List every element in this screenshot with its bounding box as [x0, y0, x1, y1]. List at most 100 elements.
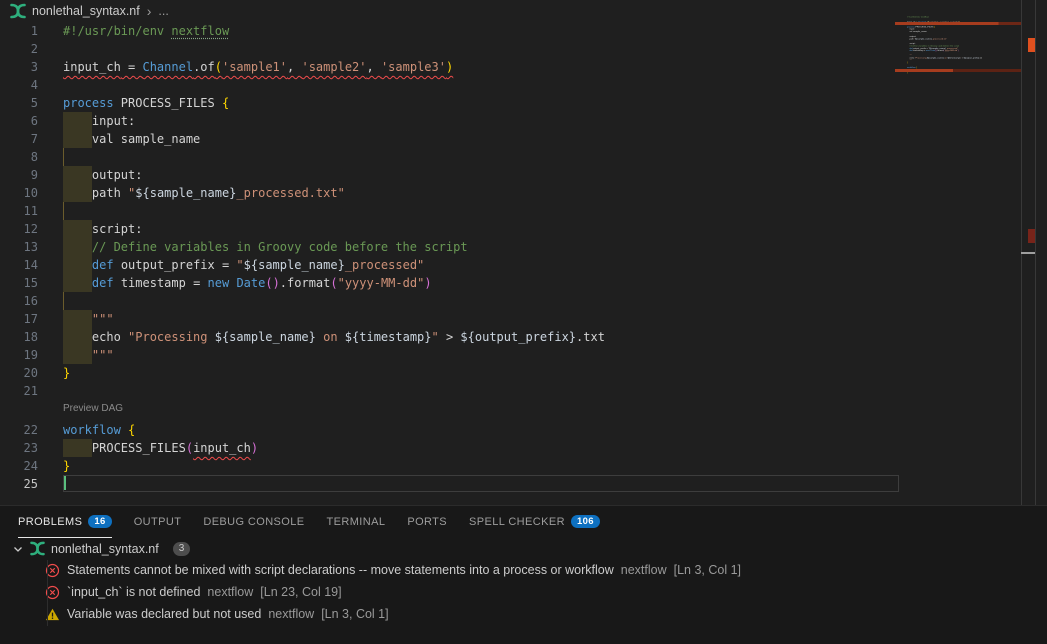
line-number: 17	[0, 310, 38, 328]
problem-message: Statements cannot be mixed with script d…	[67, 563, 614, 577]
line-number: 15	[0, 274, 38, 292]
minimap[interactable]: #!/usr/bin/env nextflowinput_ch = Channe…	[895, 16, 1021, 116]
problem-message: Variable was declared but not used	[67, 607, 261, 621]
codelens-preview-dag[interactable]: Preview DAG	[63, 400, 900, 421]
code-line-13[interactable]: 13 // Define variables in Groovy code be…	[0, 238, 900, 256]
tab-count-badge: 16	[88, 515, 111, 529]
line-number: 8	[0, 148, 38, 166]
tree-indent-guide	[47, 560, 48, 626]
panel-tabs: PROBLEMS16 OUTPUT DEBUG CONSOLE TERMINAL POR…	[0, 506, 1047, 538]
code-line-20[interactable]: 20}	[0, 364, 900, 382]
code-line-16[interactable]: 16	[0, 292, 900, 310]
code-line-25[interactable]: 25	[0, 475, 900, 493]
tab-label: OUTPUT	[134, 516, 182, 528]
text-cursor	[64, 476, 66, 490]
editor-lines[interactable]: 1#!/usr/bin/env nextflow23input_ch = Cha…	[0, 22, 900, 493]
line-number: 14	[0, 256, 38, 274]
line-number: 10	[0, 184, 38, 202]
nextflow-file-icon	[30, 541, 45, 556]
line-number: 23	[0, 439, 38, 457]
code-line-4[interactable]: 4	[0, 76, 900, 94]
problem-source: nextflow	[268, 607, 314, 621]
line-number: 22	[0, 421, 38, 439]
problem-row-error[interactable]: `input_ch` is not defined nextflow [Ln 23,…	[0, 581, 1047, 603]
code-line-24[interactable]: 24}	[0, 457, 900, 475]
problems-file-name: nonlethal_syntax.nf	[51, 542, 159, 556]
code-line-19[interactable]: 19 """	[0, 346, 900, 364]
code-line-9[interactable]: 9 output:	[0, 166, 900, 184]
tab-problems[interactable]: PROBLEMS16	[18, 506, 112, 538]
breadcrumb[interactable]: nonlethal_syntax.nf › ...	[0, 0, 1047, 22]
code-line-10[interactable]: 10 path "${sample_name}_processed.txt"	[0, 184, 900, 202]
problem-source: nextflow	[621, 563, 667, 577]
ruler-cursor-marker	[1021, 252, 1035, 254]
code-line-7[interactable]: 7 val sample_name	[0, 130, 900, 148]
line-number: 19	[0, 346, 38, 364]
code-line-21[interactable]: 21	[0, 382, 900, 400]
tab-label: DEBUG CONSOLE	[203, 516, 304, 528]
code-line-12[interactable]: 12 script:	[0, 220, 900, 238]
line-number: 12	[0, 220, 38, 238]
problems-list: Statements cannot be mixed with script d…	[0, 559, 1047, 625]
line-number: 5	[0, 94, 38, 112]
tab-label: TERMINAL	[327, 516, 386, 528]
problems-file-group[interactable]: nonlethal_syntax.nf 3	[0, 538, 1047, 559]
problem-source: nextflow	[207, 585, 253, 599]
bottom-panel: PROBLEMS16 OUTPUT DEBUG CONSOLE TERMINAL POR…	[0, 505, 1047, 644]
line-number: 18	[0, 328, 38, 346]
problems-file-count-badge: 3	[173, 542, 191, 556]
line-number: 9	[0, 166, 38, 184]
code-line-18[interactable]: 18 echo "Processing ${sample_name} on ${…	[0, 328, 900, 346]
breadcrumb-separator: ›	[147, 3, 152, 19]
line-number: 21	[0, 382, 38, 400]
problem-location: [Ln 23, Col 19]	[260, 585, 341, 599]
minimap-error-line-23	[895, 69, 1021, 72]
ruler-error-marker-low[interactable]	[1028, 229, 1035, 243]
problem-location: [Ln 3, Col 1]	[321, 607, 388, 621]
line-number: 1	[0, 22, 38, 40]
line-number: 13	[0, 238, 38, 256]
code-line-22[interactable]: 22workflow {	[0, 421, 900, 439]
code-line-3[interactable]: 3input_ch = Channel.of('sample1', 'sampl…	[0, 58, 900, 76]
problem-location: [Ln 3, Col 1]	[674, 563, 741, 577]
code-line-14[interactable]: 14 def output_prefix = "${sample_name}_p…	[0, 256, 900, 274]
tab-label: PORTS	[407, 516, 447, 528]
code-line-23[interactable]: 23 PROCESS_FILES(input_ch)	[0, 439, 900, 457]
breadcrumb-file[interactable]: nonlethal_syntax.nf	[32, 4, 140, 18]
line-number: 20	[0, 364, 38, 382]
line-number: 11	[0, 202, 38, 220]
chevron-down-icon[interactable]	[12, 543, 24, 555]
tab-ports[interactable]: PORTS	[407, 506, 447, 538]
problem-row-warning[interactable]: Variable was declared but not used nextfl…	[0, 603, 1047, 625]
code-line-1[interactable]: 1#!/usr/bin/env nextflow	[0, 22, 900, 40]
minimap-content: #!/usr/bin/env nextflowinput_ch = Channe…	[895, 16, 1021, 76]
ruler-error-marker-top[interactable]	[1028, 38, 1035, 52]
tab-spell-checker[interactable]: SPELL CHECKER106	[469, 506, 600, 538]
code-line-11[interactable]: 11	[0, 202, 900, 220]
tab-terminal[interactable]: TERMINAL	[327, 506, 386, 538]
line-number: 2	[0, 40, 38, 58]
problem-row-error[interactable]: Statements cannot be mixed with script d…	[0, 559, 1047, 581]
line-number: 24	[0, 457, 38, 475]
line-number: 3	[0, 58, 38, 76]
line-number: 25	[0, 475, 38, 493]
code-line-25	[907, 73, 1021, 75]
tab-label: SPELL CHECKER	[469, 516, 565, 528]
code-line-8[interactable]: 8	[0, 148, 900, 166]
overview-ruler-border	[1035, 0, 1036, 505]
tab-output[interactable]: OUTPUT	[134, 506, 182, 538]
problem-message: `input_ch` is not defined	[67, 585, 200, 599]
code-line-5[interactable]: 5process PROCESS_FILES {	[0, 94, 900, 112]
code-line-6[interactable]: 6 input:	[0, 112, 900, 130]
tab-debug-console[interactable]: DEBUG CONSOLE	[203, 506, 304, 538]
code-editor[interactable]: nonlethal_syntax.nf › ... 1#!/usr/bin/en…	[0, 0, 1047, 505]
code-line-2[interactable]: 2	[0, 40, 900, 58]
code-line-17[interactable]: 17 """	[0, 310, 900, 328]
breadcrumb-symbol-path[interactable]: ...	[158, 4, 168, 18]
line-number: 16	[0, 292, 38, 310]
nextflow-file-icon	[10, 3, 26, 19]
line-number: 6	[0, 112, 38, 130]
code-line-15[interactable]: 15 def timestamp = new Date().format("yy…	[0, 274, 900, 292]
minimap-error-line-3	[895, 22, 1021, 25]
line-number: 4	[0, 76, 38, 94]
